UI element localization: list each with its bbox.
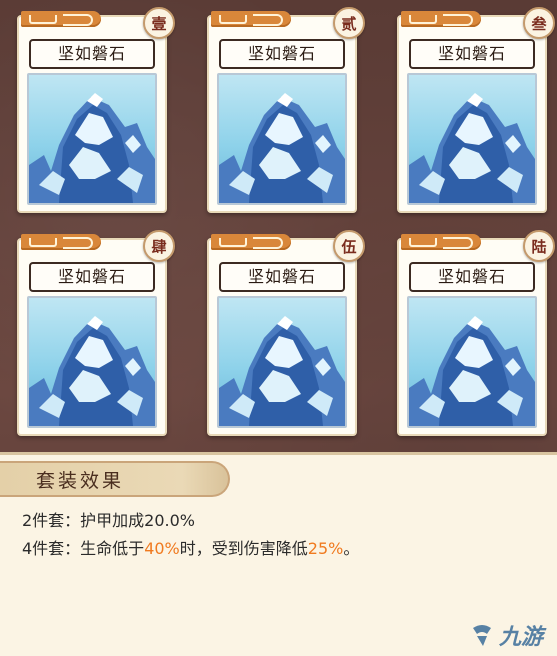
set-effect-2pc-text: 2件套：护甲加成20.0% [22, 511, 196, 530]
set-effect-title-bar: 套装效果 [0, 461, 230, 497]
watermark: 九游 [469, 619, 543, 651]
card-slot-badge: 伍 [333, 230, 365, 262]
card-art-ice-rock [407, 296, 537, 428]
card-art-ice-rock [217, 296, 347, 428]
equipment-card-4[interactable]: 肆 坚如磐石 [17, 230, 175, 436]
card-art-ice-rock [217, 73, 347, 205]
set-effect-4pc-threshold: 40% [144, 539, 180, 558]
card-ornament [401, 11, 481, 27]
card-slot-badge: 壹 [143, 7, 175, 39]
set-effect-line-4pc: 4件套：生命低于40%时，受到伤害降低25%。 [22, 535, 359, 559]
card-name-label: 坚如磐石 [29, 39, 155, 69]
set-effect-4pc-text-a: 4件套：生命低于 [22, 539, 145, 558]
card-art-ice-rock [27, 73, 157, 205]
card-name-label: 坚如磐石 [409, 262, 535, 292]
card-ornament [401, 234, 481, 250]
card-name-label: 坚如磐石 [219, 39, 345, 69]
set-effect-title: 套装效果 [36, 470, 125, 492]
card-art-ice-rock [407, 73, 537, 205]
card-name-label: 坚如磐石 [29, 262, 155, 292]
equipment-card-3[interactable]: 叁 坚如磐石 [397, 7, 555, 213]
equipment-card-5[interactable]: 伍 坚如磐石 [207, 230, 365, 436]
card-ornament [211, 11, 291, 27]
card-slot-badge: 叁 [523, 7, 555, 39]
card-slot-badge: 肆 [143, 230, 175, 262]
card-ornament [21, 234, 101, 250]
equipment-card-6[interactable]: 陆 坚如磐石 [397, 230, 555, 436]
equipment-card-1[interactable]: 壹 坚如磐石 [17, 7, 175, 213]
card-slot-badge: 陆 [523, 230, 555, 262]
watermark-text: 九游 [498, 625, 543, 650]
card-ornament [211, 234, 291, 250]
set-effect-4pc-reduction: 25% [307, 539, 344, 558]
card-name-label: 坚如磐石 [219, 262, 345, 292]
equipment-card-2[interactable]: 贰 坚如磐石 [207, 7, 365, 213]
card-name-label: 坚如磐石 [409, 39, 535, 69]
jiuyou-logo-icon [472, 625, 491, 646]
set-effect-line-2pc: 2件套：护甲加成20.0% [22, 507, 195, 531]
card-ornament [21, 11, 101, 27]
set-effect-4pc-text-c: 。 [343, 539, 360, 558]
card-art-ice-rock [27, 296, 157, 428]
set-effect-4pc-text-b: 时，受到伤害降低 [179, 539, 308, 558]
set-effect-panel: 套装效果 2件套：护甲加成20.0% 4件套：生命低于40%时，受到伤害降低25… [0, 452, 557, 656]
card-slot-badge: 贰 [333, 7, 365, 39]
